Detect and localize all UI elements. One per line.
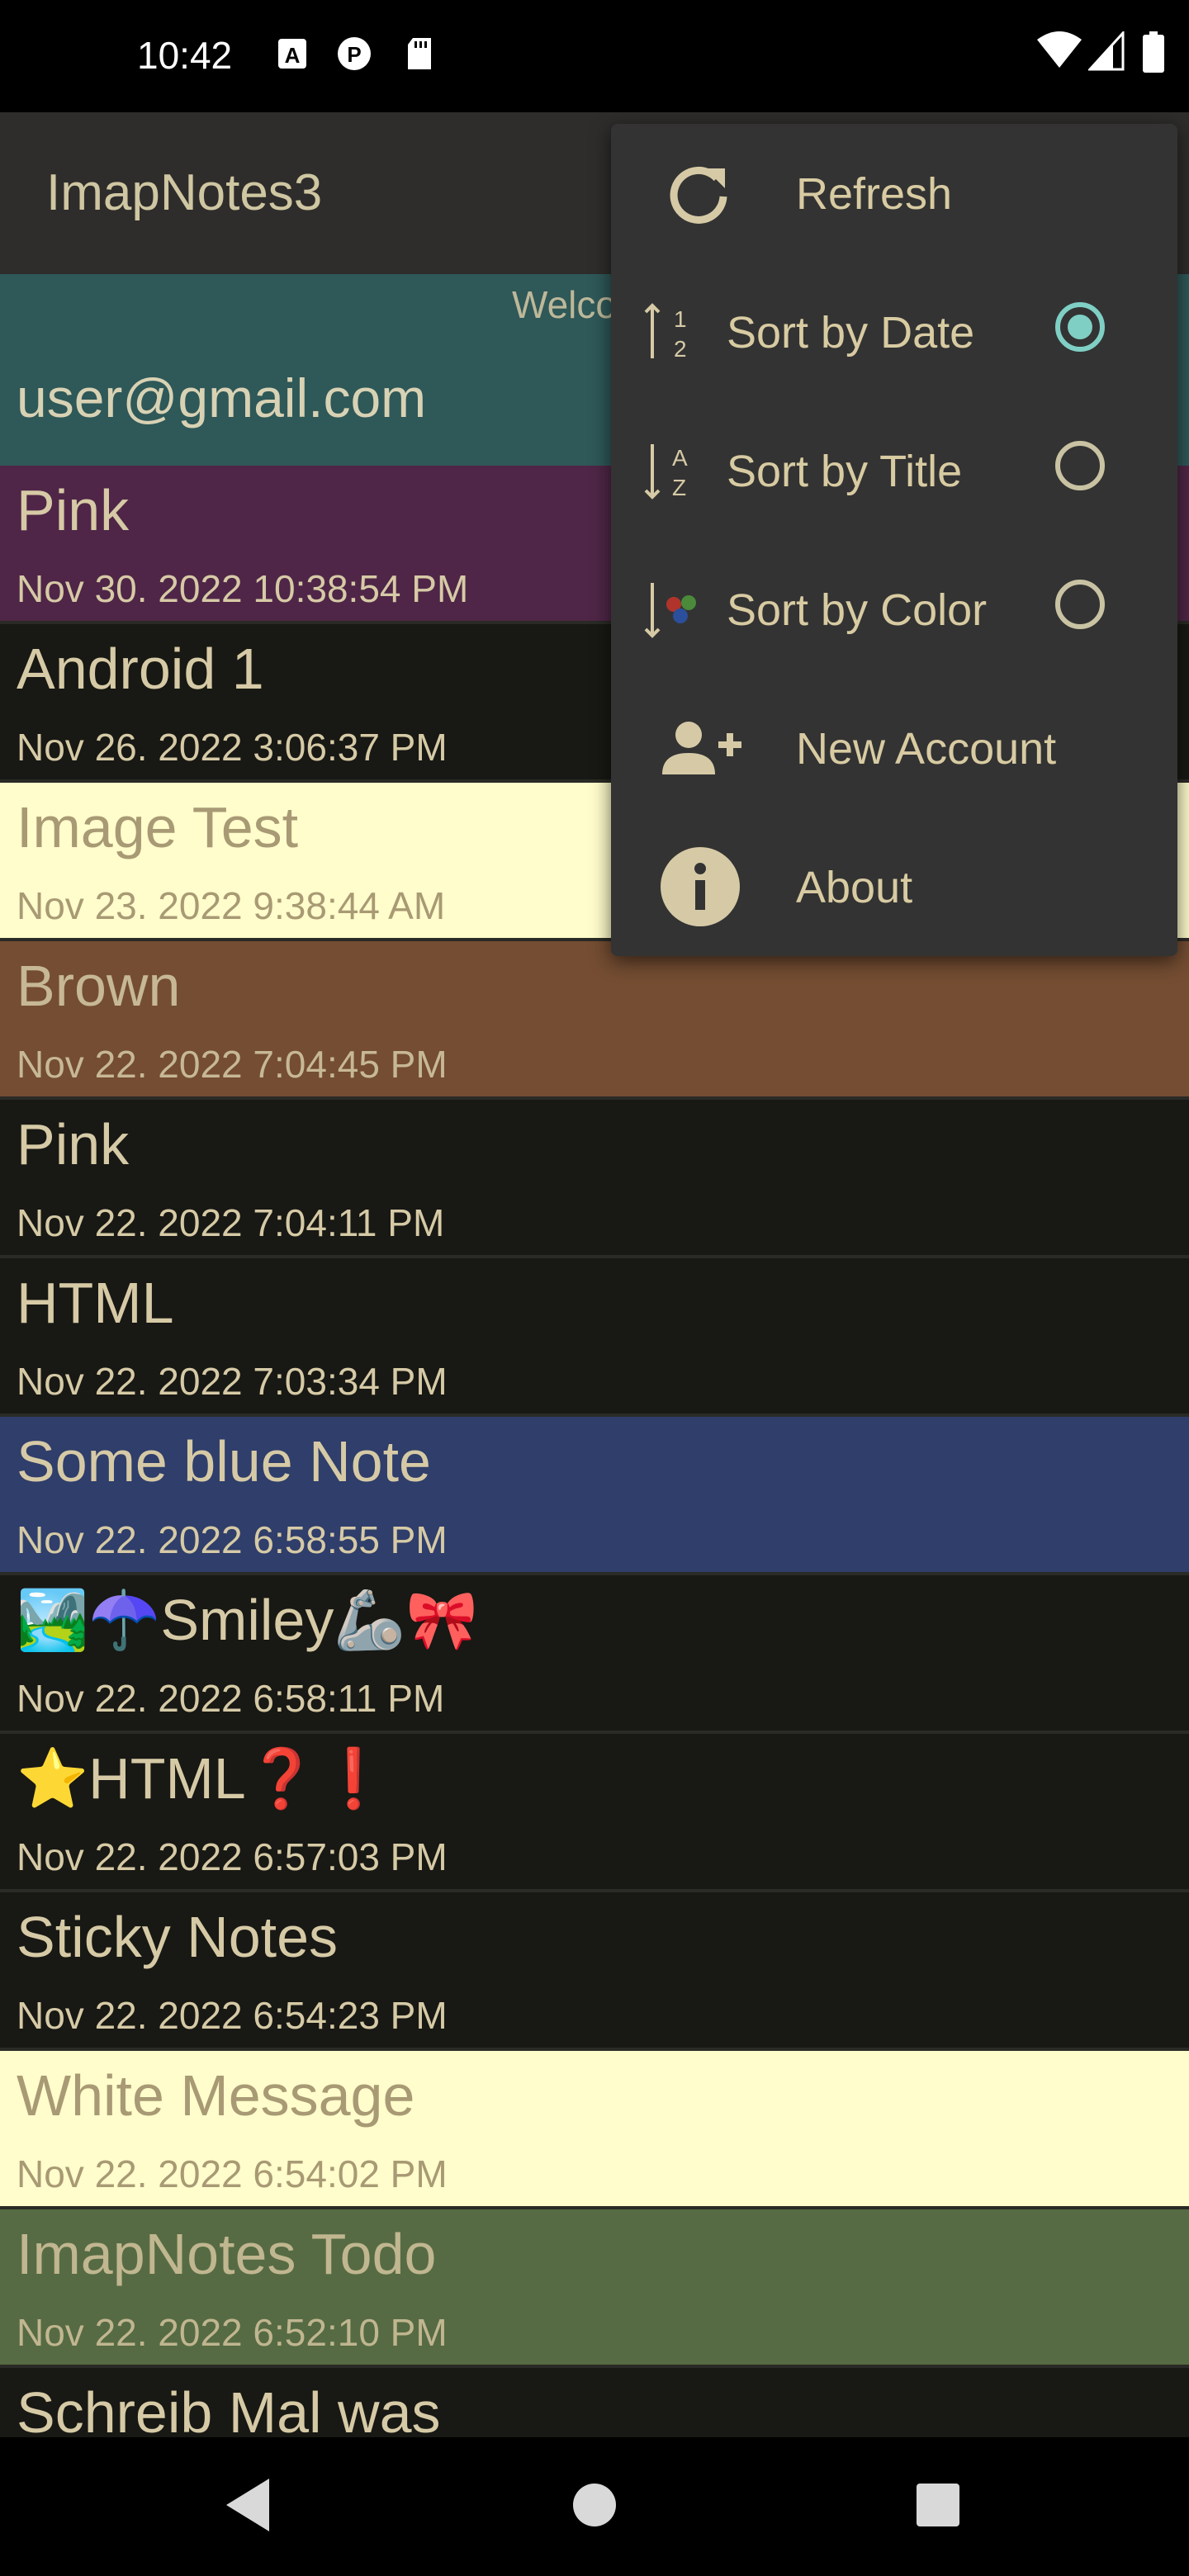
- menu-label-about: About: [796, 863, 913, 912]
- menu-label-refresh: Refresh: [796, 169, 953, 219]
- back-icon[interactable]: [221, 2475, 274, 2535]
- svg-text:Z: Z: [672, 475, 686, 500]
- note-row[interactable]: ⭐HTML❓❗ Nov 22. 2022 6:57:03 PM: [0, 1734, 1189, 1892]
- note-row[interactable]: Sticky Notes Nov 22. 2022 6:54:23 PM: [0, 1892, 1189, 2051]
- note-row[interactable]: ImapNotes Todo Nov 22. 2022 6:52:10 PM: [0, 2209, 1189, 2368]
- menu-item-new-account[interactable]: New Account: [611, 679, 1177, 817]
- a-icon: A: [278, 39, 306, 69]
- note-title: Brown: [17, 954, 181, 1018]
- nav-bar: [0, 2437, 1189, 2576]
- note-row[interactable]: Pink Nov 22. 2022 7:04:11 PM: [0, 1100, 1189, 1258]
- note-date: Nov 22. 2022 7:04:45 PM: [17, 1043, 448, 1086]
- note-title: White Message: [17, 2063, 415, 2128]
- svg-text:A: A: [672, 445, 688, 471]
- sort-date-radio[interactable]: [1055, 302, 1105, 352]
- wifi-icon: [1037, 31, 1082, 68]
- note-row[interactable]: 🏞️☂️Smiley🦾🎀 Nov 22. 2022 6:58:11 PM: [0, 1575, 1189, 1734]
- welcome-text: Welco: [512, 283, 617, 326]
- sd-card-icon: [408, 38, 431, 69]
- add-person-icon: [662, 722, 741, 774]
- svg-text:P: P: [347, 42, 361, 67]
- menu-item-refresh[interactable]: Refresh: [611, 124, 1177, 263]
- info-icon: [661, 847, 740, 926]
- menu-label-sort-color: Sort by Color: [727, 585, 988, 635]
- note-title: Pink: [17, 478, 130, 542]
- note-title: ImapNotes Todo: [17, 2222, 437, 2286]
- note-row[interactable]: Some blue Note Nov 22. 2022 6:58:55 PM: [0, 1417, 1189, 1575]
- menu-item-sort-date[interactable]: 1 2 Sort by Date: [611, 263, 1177, 401]
- svg-text:A: A: [285, 43, 301, 68]
- note-date: Nov 22. 2022 6:54:02 PM: [17, 2152, 448, 2195]
- p-icon: P: [338, 37, 371, 70]
- note-title: Pink: [17, 1112, 130, 1177]
- status-time: 10:42: [137, 34, 233, 77]
- note-date: Nov 26. 2022 3:06:37 PM: [17, 726, 448, 769]
- status-bar: 10:42 A P: [0, 0, 1189, 112]
- note-row[interactable]: Brown Nov 22. 2022 7:04:45 PM: [0, 941, 1189, 1100]
- sort-title-radio[interactable]: [1055, 441, 1105, 490]
- home-icon[interactable]: [570, 2475, 619, 2535]
- battery-icon: [1143, 31, 1164, 73]
- note-title: ⭐HTML❓❗: [17, 1746, 391, 1811]
- note-date: Nov 22. 2022 6:52:10 PM: [17, 2311, 448, 2354]
- note-title: Android 1: [17, 637, 264, 701]
- note-row[interactable]: White Message Nov 22. 2022 6:54:02 PM: [0, 2051, 1189, 2209]
- sort-color-radio[interactable]: [1055, 580, 1105, 629]
- note-title: Schreib Mal was: [17, 2380, 441, 2445]
- note-title: HTML: [17, 1271, 174, 1335]
- menu-item-sort-color[interactable]: Sort by Color: [611, 540, 1177, 679]
- note-date: Nov 23. 2022 9:38:44 AM: [17, 884, 446, 927]
- refresh-icon: [670, 167, 727, 224]
- note-date: Nov 22. 2022 6:57:03 PM: [17, 1835, 448, 1878]
- sort-color-icon: [644, 583, 696, 638]
- note-row[interactable]: HTML Nov 22. 2022 7:03:34 PM: [0, 1258, 1189, 1417]
- note-date: Nov 22. 2022 6:58:11 PM: [17, 1677, 445, 1720]
- menu-item-about[interactable]: About: [611, 817, 1177, 956]
- note-title: 🏞️☂️Smiley🦾🎀: [17, 1588, 478, 1652]
- overflow-menu: Refresh 1 2 Sort by Date A Z Sort by Tit…: [611, 124, 1177, 956]
- menu-label-sort-date: Sort by Date: [727, 308, 975, 358]
- account-email: user@gmail.com: [17, 367, 427, 429]
- sort-title-icon: A Z: [644, 444, 688, 500]
- note-title: Some blue Note: [17, 1429, 431, 1494]
- note-title: Image Test: [17, 795, 299, 859]
- menu-item-sort-title[interactable]: A Z Sort by Title: [611, 401, 1177, 540]
- app-title: ImapNotes3: [46, 164, 323, 221]
- note-date: Nov 22. 2022 6:58:55 PM: [17, 1518, 448, 1561]
- signal-icon: [1088, 31, 1125, 71]
- svg-text:1: 1: [674, 306, 687, 332]
- recents-icon[interactable]: [913, 2475, 963, 2535]
- menu-label-sort-title: Sort by Title: [727, 447, 963, 496]
- note-date: Nov 22. 2022 7:03:34 PM: [17, 1360, 448, 1403]
- note-title: Sticky Notes: [17, 1905, 338, 1969]
- note-date: Nov 22. 2022 7:04:11 PM: [17, 1201, 445, 1244]
- menu-label-new-account: New Account: [796, 724, 1057, 774]
- sort-date-icon: 1 2: [644, 303, 687, 362]
- note-date: Nov 30. 2022 10:38:54 PM: [17, 567, 469, 610]
- note-date: Nov 22. 2022 6:54:23 PM: [17, 1994, 448, 2037]
- svg-text:2: 2: [674, 336, 687, 362]
